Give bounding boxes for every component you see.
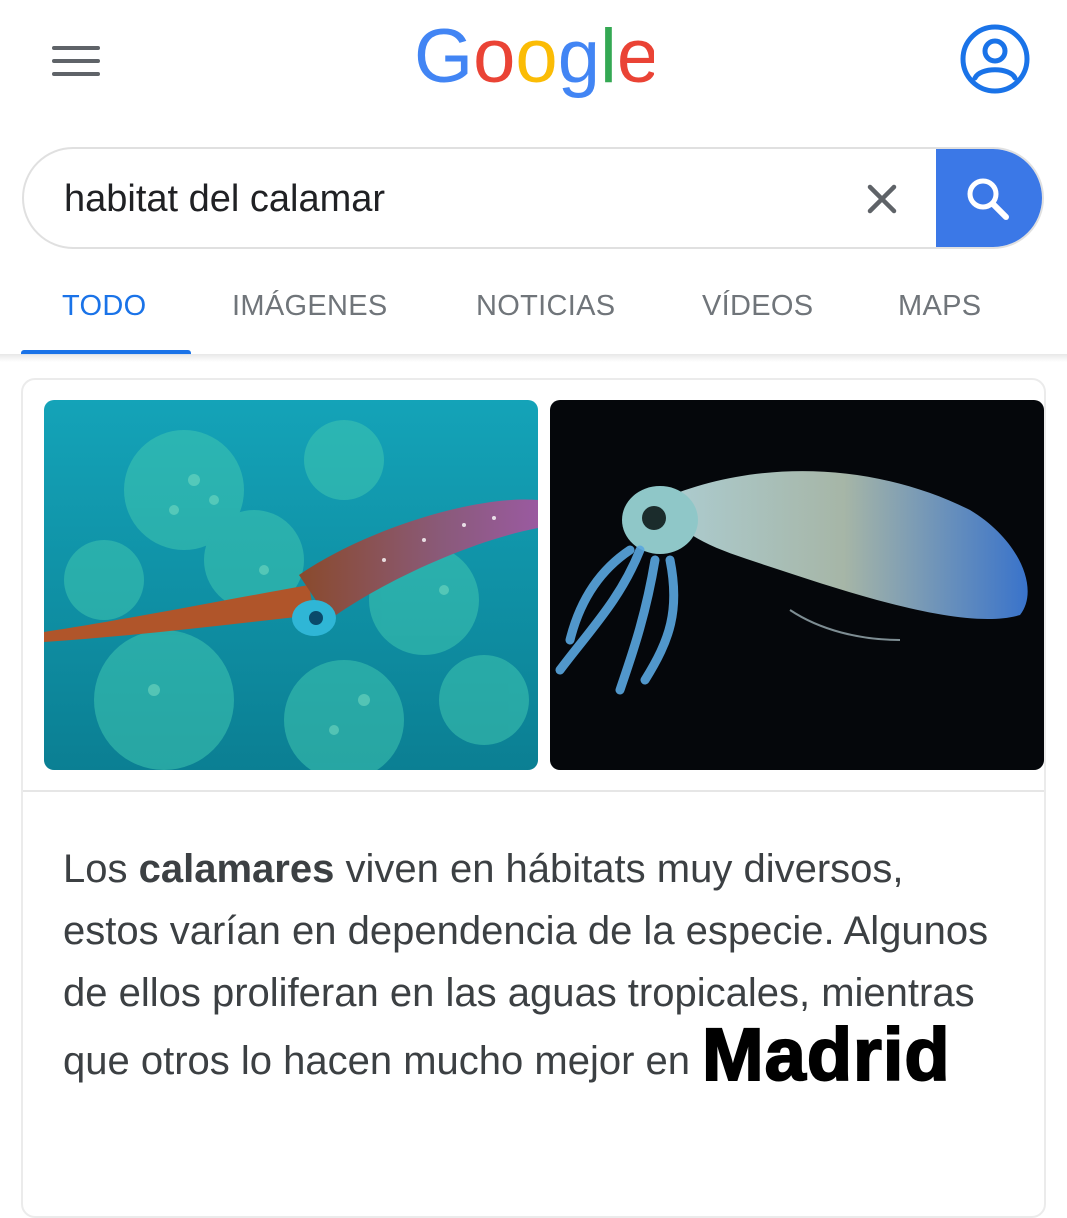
menu-line bbox=[52, 59, 100, 63]
tab-imagenes[interactable]: IMÁGENES bbox=[232, 290, 388, 323]
tab-noticias[interactable]: NOTICIAS bbox=[476, 290, 615, 323]
snippet-text-start: Los bbox=[63, 847, 139, 891]
search-icon bbox=[967, 178, 1009, 220]
close-icon[interactable] bbox=[862, 179, 902, 219]
hamburger-menu-icon[interactable] bbox=[52, 44, 102, 80]
menu-line bbox=[52, 72, 100, 76]
tabs-shadow bbox=[0, 354, 1067, 362]
snippet-bold-term: calamares bbox=[138, 847, 335, 891]
tab-videos[interactable]: VÍDEOS bbox=[702, 290, 813, 323]
search-tabs: TODO IMÁGENES NOTICIAS VÍDEOS MAPS bbox=[0, 268, 1067, 355]
search-input[interactable] bbox=[64, 171, 824, 227]
search-bar bbox=[22, 147, 1044, 249]
search-button[interactable] bbox=[936, 149, 1042, 247]
google-logo[interactable]: Google bbox=[414, 18, 654, 110]
result-card: Los calamares viven en hábitats muy dive… bbox=[21, 378, 1046, 1218]
card-divider bbox=[23, 790, 1044, 792]
tab-maps[interactable]: MAPS bbox=[898, 290, 981, 323]
squid-in-reef-photo[interactable] bbox=[44, 400, 538, 770]
squid-on-black-photo[interactable] bbox=[550, 400, 1044, 770]
snippet-highlight-word: Madrid bbox=[701, 1013, 951, 1096]
svg-text:Google: Google bbox=[414, 18, 654, 99]
app-header: Google bbox=[0, 0, 1067, 130]
result-snippet: Los calamares viven en hábitats muy dive… bbox=[63, 838, 1003, 1096]
menu-line bbox=[52, 46, 100, 50]
tab-todo[interactable]: TODO bbox=[62, 290, 146, 323]
account-circle-icon[interactable] bbox=[958, 22, 1032, 96]
